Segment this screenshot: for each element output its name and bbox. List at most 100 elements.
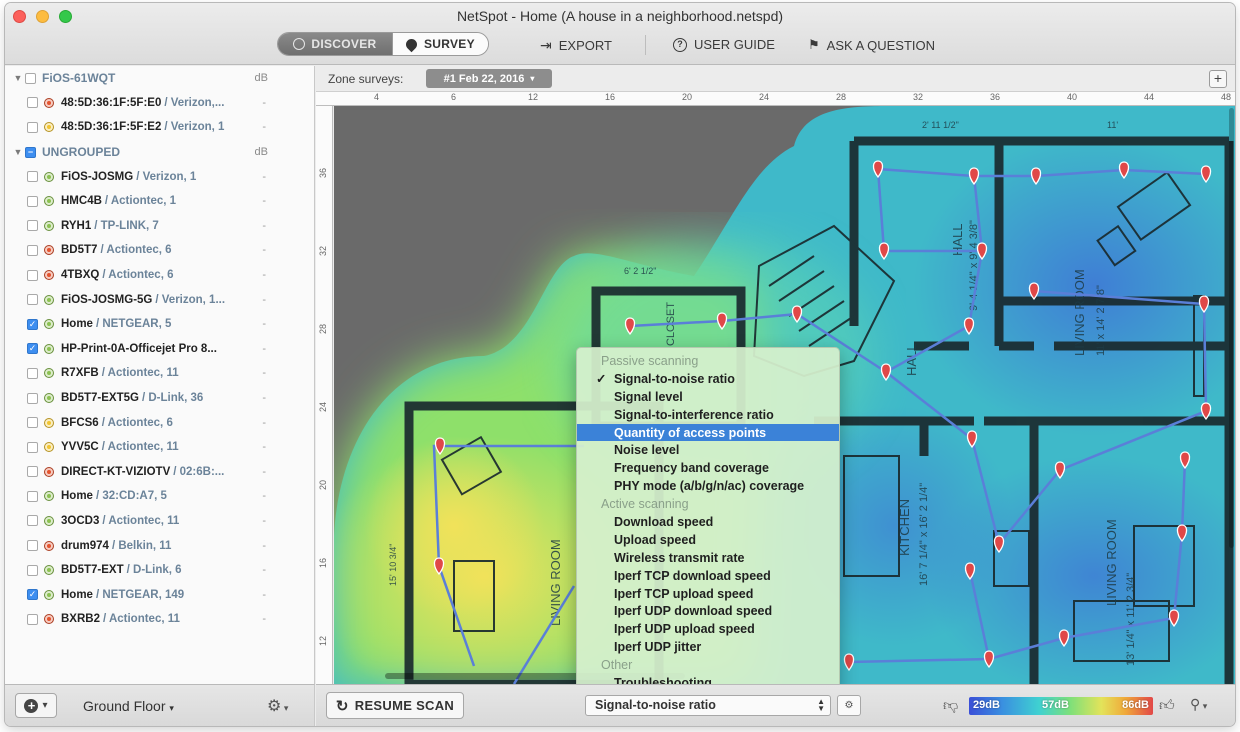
floor-selector[interactable]: Ground Floor ▾ [83,698,174,714]
network-row[interactable]: ✓ Home / NETGEAR, 5 - [5,312,314,337]
ruler-tick: 24 [318,401,329,413]
network-row[interactable]: ✓ HP-Print-0A-Officejet Pro 8... - [5,337,314,362]
menu-item[interactable]: Quantity of access points [577,423,839,442]
network-checkbox[interactable] [27,417,38,429]
menu-item[interactable]: Iperf TCP download speed [577,567,839,585]
menu-item[interactable]: Signal-to-interference ratio [577,406,839,424]
network-name: BXRB2 [61,613,100,626]
group-checkbox[interactable] [25,72,36,84]
menu-item[interactable]: Signal level [577,388,839,406]
network-vendor: / Actiontec, 11 [101,441,179,454]
menu-item-label: Wireless transmit rate [614,550,745,565]
signal-dot-icon [44,565,54,576]
signal-dot-icon [44,343,54,354]
ruler-tick: 12 [528,92,539,102]
network-group[interactable]: ▼ FiOS-61WQT dB [5,66,314,91]
menu-item[interactable]: Download speed [577,513,839,531]
network-group[interactable]: ▼ − UNGROUPED dB [5,140,314,165]
network-row[interactable]: BFCS6/ Actiontec, 6 - [5,410,314,435]
discover-tab[interactable]: DISCOVER [278,33,392,55]
network-row[interactable]: 48:5D:36:1F:5F:E0/ Verizon,... - [5,91,314,116]
network-row[interactable]: ✓ Home / NETGEAR, 149 - [5,582,314,607]
network-row[interactable]: RYH1/ TP-LINK, 7 - [5,214,314,239]
disclosure-triangle-icon[interactable]: ▼ [11,147,25,157]
network-row[interactable]: BD5T7-EXT5G / D-Link, 36 - [5,386,314,411]
network-signal-value: - [262,416,266,429]
network-row[interactable]: FiOS-JOSMG-5G / Verizon, 1... - [5,287,314,312]
network-checkbox[interactable]: ✓ [27,343,38,355]
network-checkbox[interactable] [27,171,38,183]
network-checkbox[interactable] [27,490,38,502]
network-vendor: / NETGEAR, 5 [95,318,172,331]
network-checkbox[interactable]: ✓ [27,318,38,330]
resume-scan-button[interactable]: ↻ RESUME SCAN [326,692,464,719]
network-checkbox[interactable] [27,392,38,404]
menu-item[interactable]: Iperf TCP upload speed [577,585,839,603]
chevron-down-icon: ▾ [42,700,48,711]
menu-item[interactable]: Noise level [577,441,839,459]
network-row[interactable]: Home/ 32:CD:A7, 5 - [5,484,314,509]
network-row[interactable]: YVV5C / Actiontec, 11 - [5,435,314,460]
network-name: BFCS6 [61,416,99,429]
network-checkbox[interactable] [27,269,38,281]
menu-item[interactable]: Iperf UDP jitter [577,638,839,656]
network-row[interactable]: R7XFB / Actiontec, 11 - [5,361,314,386]
network-vendor: / Verizon, 1... [155,293,226,306]
network-checkbox[interactable] [27,97,38,109]
menu-item[interactable]: Iperf UDP download speed [577,602,839,620]
network-checkbox[interactable] [27,441,38,453]
disclosure-triangle-icon[interactable]: ▼ [11,73,25,83]
network-checkbox[interactable] [27,515,38,527]
chevron-down-icon: ▾ [530,74,535,83]
menu-item[interactable]: Frequency band coverage [577,459,839,477]
network-checkbox[interactable] [27,121,38,133]
network-name: DIRECT-KT-VIZIOTV [61,465,171,478]
network-checkbox[interactable] [27,540,38,552]
visualization-value: Signal-to-noise ratio [595,698,716,712]
ruler-tick: 28 [836,92,847,102]
pin-menu-button[interactable]: ⚲ ▾ [1190,696,1207,713]
ask-question-button[interactable]: ⚑ ASK A QUESTION [808,37,935,53]
network-row[interactable]: 4TBXQ / Actiontec, 6 - [5,263,314,288]
network-row[interactable]: FiOS-JOSMG / Verizon, 1 - [5,164,314,189]
network-row[interactable]: 48:5D:36:1F:5F:E2/ Verizon, 1 - [5,115,314,140]
network-row[interactable]: BD5T7-EXT / D-Link, 6 - [5,558,314,583]
visualization-settings-button[interactable]: ⚙ [837,695,861,716]
ruler-tick: 36 [318,167,329,179]
menu-item[interactable]: Upload speed [577,531,839,549]
visualization-select[interactable]: Signal-to-noise ratio ▲ ▼ [585,695,831,716]
network-vendor: / TP-LINK, 7 [94,219,159,232]
vertical-scrollbar[interactable] [1229,108,1234,548]
network-row[interactable]: BXRB2/ Actiontec, 11 - [5,607,314,632]
network-checkbox[interactable] [27,367,38,379]
user-guide-label: USER GUIDE [694,37,775,52]
network-checkbox[interactable] [27,294,38,306]
network-checkbox[interactable] [27,244,38,256]
network-checkbox[interactable] [27,195,38,207]
export-button[interactable]: ⇥ EXPORT [540,37,612,54]
network-checkbox[interactable]: ✓ [27,589,38,601]
settings-button[interactable]: ⚙ ▾ [267,696,288,716]
add-zone-button[interactable]: + [1209,70,1227,88]
network-signal-value: - [262,244,266,257]
group-checkbox[interactable]: − [25,146,36,158]
menu-item[interactable]: PHY mode (a/b/g/n/ac) coverage [577,477,839,495]
survey-tab[interactable]: SURVEY [391,33,488,55]
network-row[interactable]: 3OCD3/ Actiontec, 11 - [5,509,314,534]
network-row[interactable]: DIRECT-KT-VIZIOTV/ 02:6B:... - [5,460,314,485]
menu-item[interactable]: Iperf UDP upload speed [577,620,839,638]
network-checkbox[interactable] [27,564,38,576]
network-checkbox[interactable] [27,466,38,478]
network-row[interactable]: BD5T7/ Actiontec, 6 - [5,238,314,263]
network-vendor: / Actiontec, 11 [102,613,180,626]
zone-survey-dropdown[interactable]: #1 Feb 22, 2016 ▾ [426,69,552,88]
app-window: NetSpot - Home (A house in a neighborhoo… [5,3,1235,726]
network-row[interactable]: HMC4B / Actiontec, 1 - [5,189,314,214]
network-row[interactable]: drum974/ Belkin, 11 - [5,533,314,558]
user-guide-button[interactable]: ? USER GUIDE [673,37,775,52]
add-menu-button[interactable]: + ▾ [15,693,57,718]
menu-item[interactable]: ✓ Signal-to-noise ratio [577,370,839,388]
menu-item[interactable]: Wireless transmit rate [577,549,839,567]
network-checkbox[interactable] [27,613,38,625]
network-checkbox[interactable] [27,220,38,232]
